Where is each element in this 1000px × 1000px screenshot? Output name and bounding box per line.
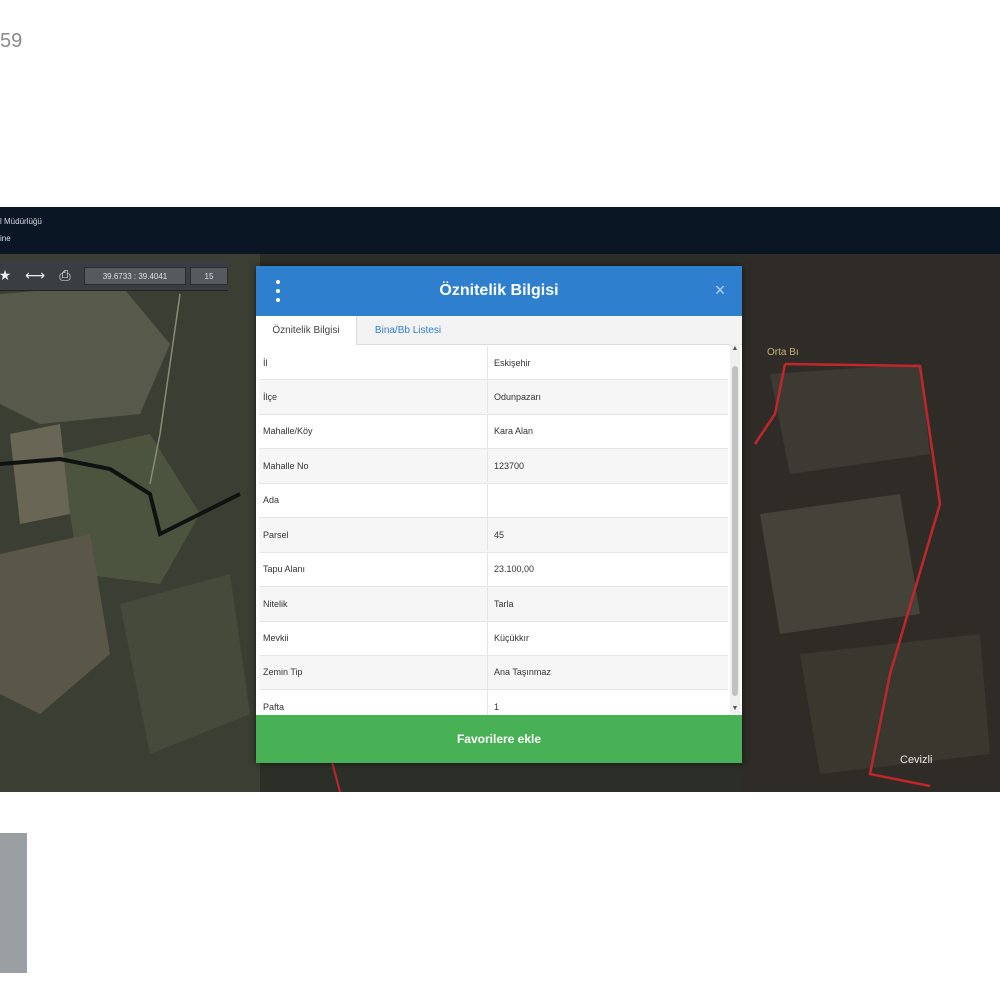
row-value: Eskişehir xyxy=(487,346,724,379)
scroll-down-icon[interactable]: ▼ xyxy=(730,704,740,714)
attribute-table: İl Eskişehir İlçe Odunpazarı Mahalle/Köy… xyxy=(259,346,728,725)
table-row: Nitelik Tarla xyxy=(259,587,728,622)
org-name-text: l Müdürlüğü xyxy=(0,217,42,226)
tab-attribute-info[interactable]: Öznitelik Bilgisi xyxy=(256,316,357,345)
row-label: Nitelik xyxy=(263,598,288,609)
scroll-thumb[interactable] xyxy=(732,366,738,696)
row-value: Tarla xyxy=(487,587,724,621)
row-value: Ana Taşınmaz xyxy=(487,655,724,689)
dialog-tabs: Öznitelik Bilgisi Bina/Bb Listesi xyxy=(256,316,742,345)
map-place-label: Orta Bı xyxy=(767,347,799,358)
dialog-title: Öznitelik Bilgisi xyxy=(439,282,559,299)
page-number-text: 59 xyxy=(0,30,23,52)
app-header: l Müdürlüğü ine xyxy=(0,207,1000,254)
zoom-level-readout: 15 xyxy=(190,267,228,285)
row-label: Zemin Tip xyxy=(263,667,303,678)
row-label: İl xyxy=(263,357,268,368)
row-value: 45 xyxy=(487,518,724,552)
tab-building-list[interactable]: Bina/Bb Listesi xyxy=(360,316,456,344)
add-to-favorites-button[interactable]: Favorilere ekle xyxy=(256,715,742,763)
print-icon[interactable]: ⎙ xyxy=(54,265,76,285)
row-label: Mahalle/Köy xyxy=(263,426,313,437)
row-value: Küçükkır xyxy=(487,621,724,655)
coordinate-readout: 39.6733 : 39.4041 xyxy=(84,267,186,285)
org-subtitle-text: ine xyxy=(0,234,11,243)
row-label: Mevkii xyxy=(263,633,289,643)
attribute-info-dialog: Öznitelik Bilgisi × Öznitelik Bilgisi Bi… xyxy=(256,266,742,763)
map-place-label: Cevizli xyxy=(900,754,933,766)
row-value xyxy=(487,483,724,517)
row-label: İlçe xyxy=(263,391,278,402)
table-row: Zemin Tip Ana Taşınmaz xyxy=(259,655,728,691)
table-row: Mevkii Küçükkır xyxy=(259,621,728,656)
table-row: Mahalle No 123700 xyxy=(259,449,728,484)
map-toolbar: ★ ⟷ ⎙ 39.6733 : 39.4041 15 xyxy=(0,260,228,291)
table-scrollbar[interactable]: ▲ ▼ xyxy=(730,344,740,714)
app-window: l Müdürlüğü ine Orta Bı Cevizli ★ ⟷ ⎙ 39… xyxy=(0,207,1000,792)
close-icon[interactable]: × xyxy=(710,280,730,300)
ruler-icon[interactable]: ⟷ xyxy=(24,265,46,285)
thumbnail-strip xyxy=(0,833,27,973)
row-value: 123700 xyxy=(487,449,724,483)
table-row: İlçe Odunpazarı xyxy=(259,380,728,415)
star-icon[interactable]: ★ xyxy=(0,265,16,285)
row-value: Kara Alan xyxy=(487,414,724,448)
row-value: 23.100,00 xyxy=(487,552,724,586)
scroll-up-icon[interactable]: ▲ xyxy=(730,344,740,354)
row-label: Ada xyxy=(263,495,280,506)
table-row: Mahalle/Köy Kara Alan xyxy=(259,414,728,450)
dialog-header: Öznitelik Bilgisi × xyxy=(256,266,742,316)
table-row: Parsel 45 xyxy=(259,518,728,553)
row-value: Odunpazarı xyxy=(487,380,724,414)
table-row: Tapu Alanı 23.100,00 xyxy=(259,552,728,588)
row-label: Mahalle No xyxy=(263,460,309,471)
table-row: Ada xyxy=(259,483,728,519)
row-label: Parsel xyxy=(263,529,289,540)
table-row: İl Eskişehir xyxy=(259,346,728,381)
row-label: Tapu Alanı xyxy=(263,564,306,575)
